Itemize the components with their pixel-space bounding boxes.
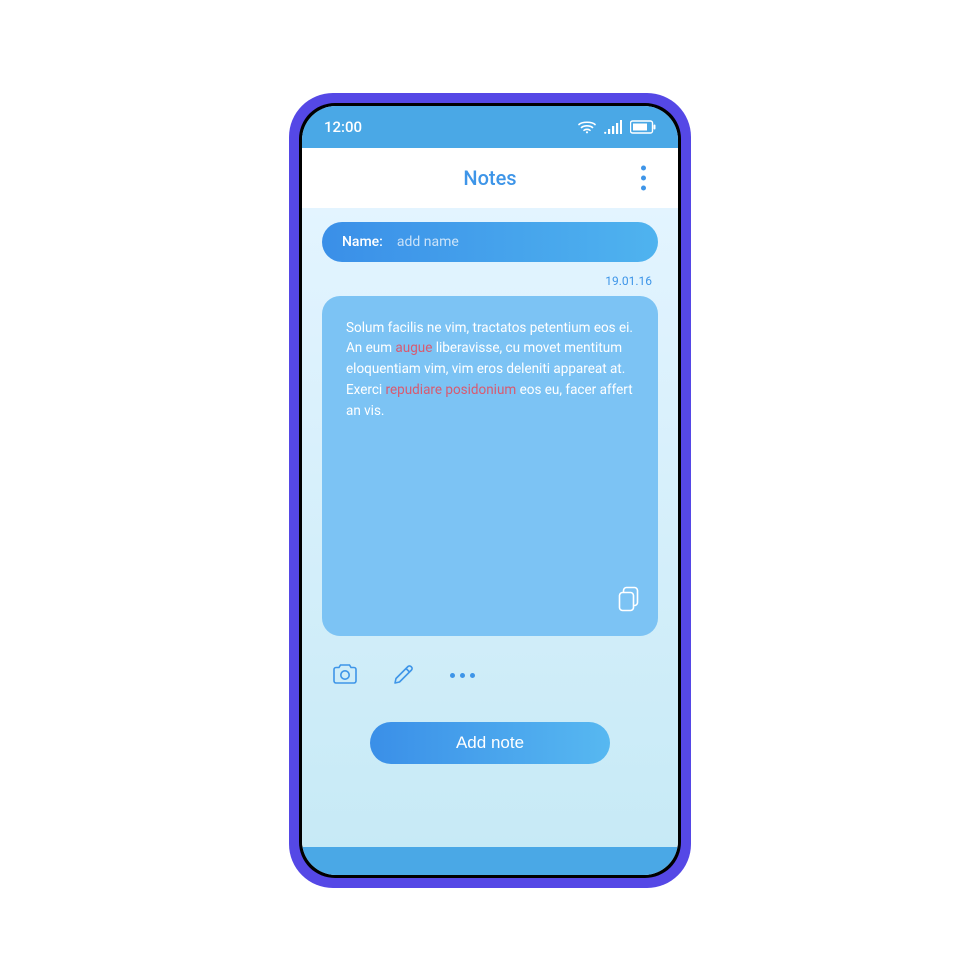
name-placeholder: add name [397,234,459,250]
note-text: Solum facilis ne vim, tractatos petentiu… [346,318,634,423]
app-body: Name: add name 19.01.16 Solum facilis ne… [302,208,678,847]
signal-icon [604,120,622,134]
name-input[interactable]: Name: add name [322,222,658,262]
more-horizontal-icon[interactable] [446,669,479,682]
phone-frame: 12:00 [289,93,691,888]
add-note-button[interactable]: Add note [370,722,610,764]
status-icons [578,120,656,134]
add-note-label: Add note [456,733,524,753]
wifi-icon [578,120,596,134]
more-vertical-icon[interactable] [635,159,652,196]
note-date: 19.01.16 [322,274,652,288]
screen: 12:00 [302,106,678,875]
name-label: Name: [342,234,383,250]
pencil-icon[interactable] [388,658,420,694]
status-time: 12:00 [324,118,362,136]
note-card[interactable]: Solum facilis ne vim, tractatos petentiu… [322,296,658,636]
camera-icon[interactable] [328,659,362,693]
note-highlight: augue [395,340,432,356]
battery-icon [630,120,656,134]
screen-bezel: 12:00 [299,103,681,878]
page-title: Notes [463,166,516,190]
bottom-bar [302,847,678,875]
note-highlight: repudiare posidonium [386,382,517,398]
tool-row [328,658,652,694]
app-header: Notes [302,148,678,208]
status-bar: 12:00 [302,106,678,148]
copy-icon[interactable] [616,585,642,620]
